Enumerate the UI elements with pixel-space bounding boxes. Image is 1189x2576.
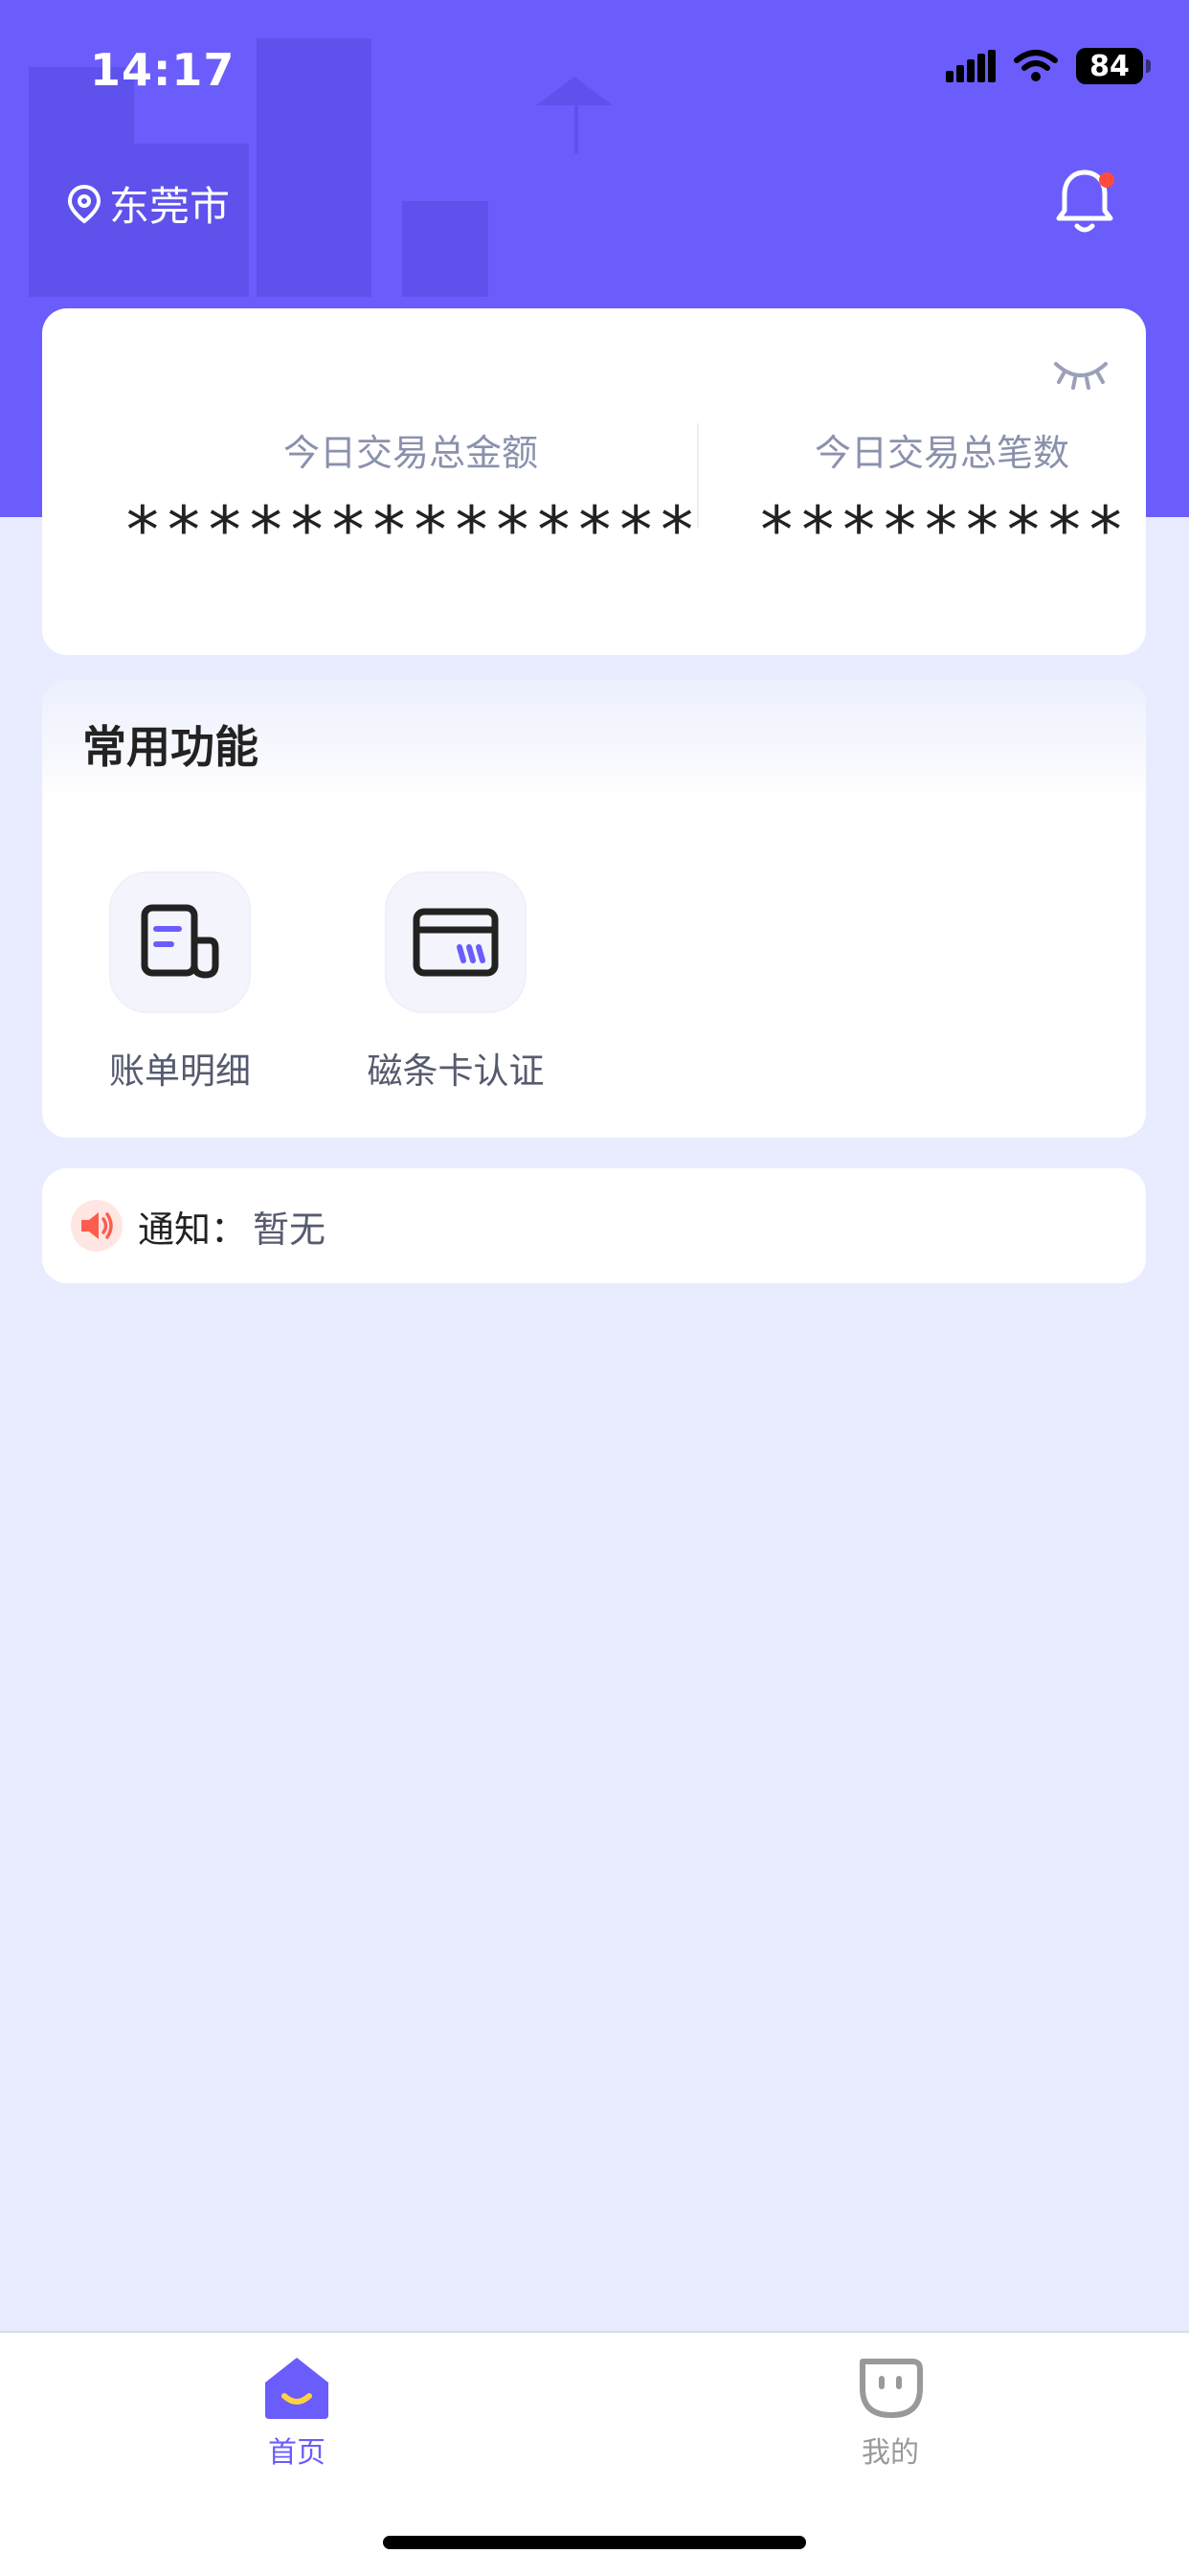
summary-divider (697, 423, 699, 529)
tab-home[interactable]: 首页 (201, 2354, 393, 2471)
tab-label: 首页 (268, 2436, 325, 2470)
bill-detail-icon (141, 904, 219, 979)
function-label: 磁条卡认证 (367, 1051, 545, 1092)
notice-value: 暂无 (253, 1208, 326, 1251)
speaker-icon (71, 1200, 123, 1252)
total-amount-block: 今日交易总金额 ************** (80, 423, 741, 569)
profile-icon (860, 2359, 923, 2418)
unread-badge (1099, 172, 1114, 188)
function-bill-detail[interactable]: 账单明细 (75, 871, 285, 1094)
total-amount-label: 今日交易总金额 (282, 432, 538, 474)
notice-label: 通知： (138, 1208, 248, 1251)
tab-label: 我的 (862, 2436, 919, 2470)
total-count-block: 今日交易总笔数 ********* (703, 423, 1181, 569)
function-icon-box (109, 871, 251, 1013)
notice-bar[interactable]: 通知： 暂无 (42, 1168, 1146, 1283)
home-indicator (383, 2536, 806, 2549)
status-indicators: 84 (946, 48, 1151, 84)
eye-closed-icon[interactable] (1052, 358, 1110, 391)
status-time: 14:17 (90, 44, 236, 96)
tab-mine[interactable]: 我的 (795, 2354, 986, 2471)
cellular-signal-icon (946, 50, 996, 82)
card-verify-icon (413, 908, 499, 977)
wifi-icon (1014, 50, 1058, 81)
common-functions-card: 常用功能 账单明细 磁条卡认证 (42, 680, 1146, 1138)
function-card-verify[interactable]: 磁条卡认证 (350, 871, 561, 1094)
home-icon (265, 2358, 328, 2419)
functions-title: 常用功能 (82, 721, 258, 773)
function-label: 账单明细 (109, 1051, 251, 1092)
transaction-summary-card: 今日交易总金额 ************** 今日交易总笔数 ********* (42, 308, 1146, 655)
location-selector[interactable]: 东莞市 (65, 174, 230, 233)
total-amount-value: ************** (123, 493, 699, 569)
total-count-value: ********* (756, 493, 1128, 569)
function-icon-box (385, 871, 527, 1013)
battery-indicator: 84 (1076, 48, 1151, 84)
total-count-label: 今日交易总笔数 (814, 432, 1069, 474)
location-name: 东莞市 (109, 183, 231, 230)
location-pin-icon (67, 184, 101, 223)
